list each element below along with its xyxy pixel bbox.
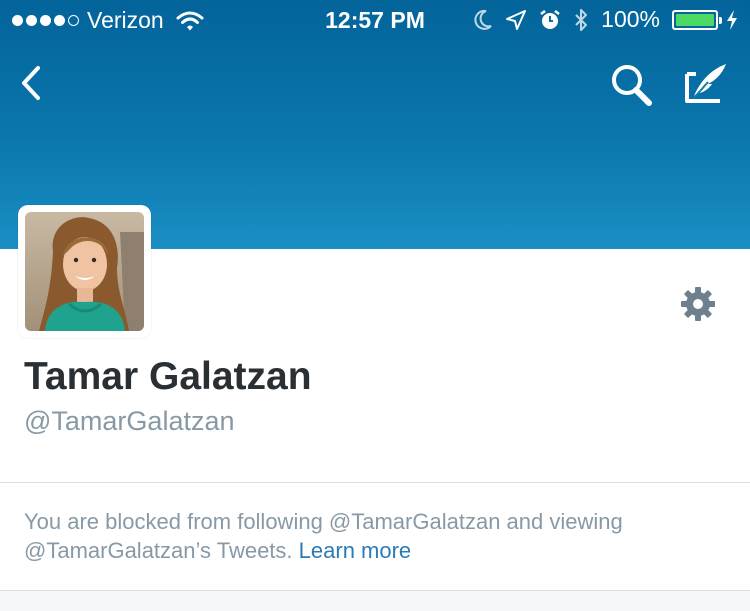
blocked-notice: You are blocked from following @TamarGal… (24, 507, 734, 565)
status-bar: Verizon 12:57 PM 100% (0, 0, 750, 40)
charging-bolt-icon (727, 9, 737, 30)
battery-icon (672, 9, 722, 30)
divider (0, 482, 750, 483)
chevron-left-icon (22, 66, 40, 100)
status-right: 100% (473, 6, 738, 33)
timeline-area (0, 591, 750, 611)
gear-icon (681, 287, 715, 321)
profile-avatar[interactable] (18, 205, 151, 338)
battery-fill (676, 13, 714, 26)
avatar-photo (25, 212, 144, 331)
moon-icon (474, 9, 492, 30)
bluetooth-icon (575, 8, 588, 31)
battery-percentage: 100% (601, 6, 660, 32)
compose-tweet-icon (685, 64, 726, 103)
alarm-icon (540, 9, 560, 29)
search-icon (612, 65, 652, 106)
profile-handle: @TamarGalatzan (24, 406, 235, 436)
settings-button[interactable] (680, 286, 716, 322)
location-arrow-icon (506, 9, 527, 30)
compose-tweet-button[interactable] (682, 60, 730, 106)
back-button[interactable] (14, 62, 54, 106)
search-button[interactable] (608, 62, 654, 108)
learn-more-link[interactable]: Learn more (299, 538, 412, 563)
profile-name: Tamar Galatzan (24, 355, 312, 398)
